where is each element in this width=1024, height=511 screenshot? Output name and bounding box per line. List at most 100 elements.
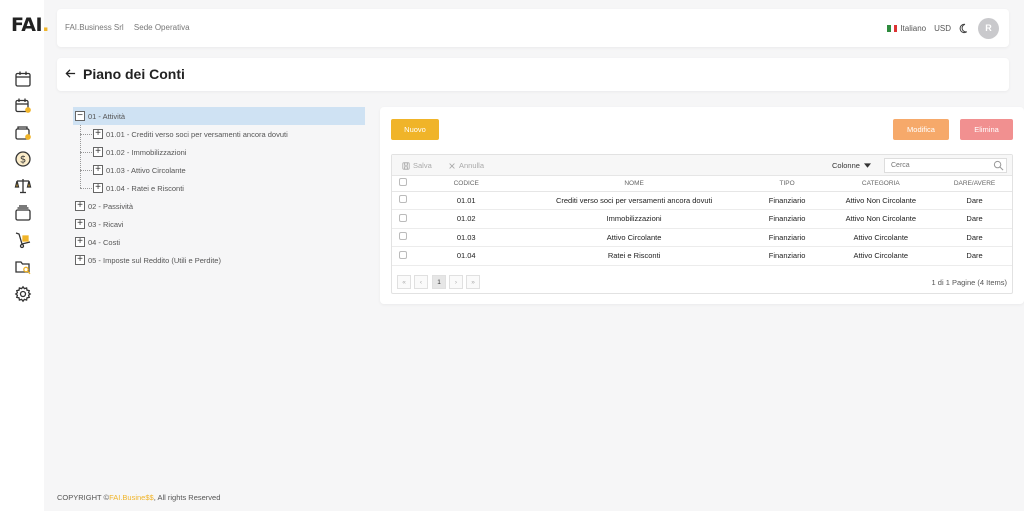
first-page-button[interactable]: «	[397, 275, 411, 289]
expand-icon[interactable]: +	[93, 165, 103, 175]
logo-text: FAI	[11, 14, 43, 36]
language-selector[interactable]: Italiano	[887, 24, 926, 33]
page-button-current[interactable]: 1	[432, 275, 446, 289]
select-all-checkbox[interactable]	[398, 178, 407, 187]
sidebar: FAI. $	[0, 0, 49, 511]
settings-icon[interactable]	[14, 285, 32, 303]
expand-icon[interactable]: +	[93, 183, 103, 193]
footer: COPYRIGHT ©FAI.Busine$$, All rights Rese…	[57, 493, 220, 502]
tree-branch	[80, 188, 92, 189]
salva-label: Salva	[413, 161, 432, 170]
cell-categoria: Attivo Circolante	[824, 228, 938, 247]
row-select-cell	[392, 191, 414, 210]
tree-node-passivita[interactable]: + 02 - Passività	[73, 197, 365, 215]
language-label: Italiano	[900, 23, 927, 33]
site-name[interactable]: Sede Operativa	[134, 23, 190, 32]
tree-node-ratei-risconti[interactable]: + 01.04 - Ratei e Risconti	[73, 179, 365, 197]
cell-tipo: Finanziario	[749, 191, 825, 210]
accounts-panel: Nuovo Modifica Elimina Salva Annulla Col…	[380, 107, 1024, 304]
caret-down-icon	[863, 163, 871, 168]
cell-categoria: Attivo Circolante	[824, 246, 938, 266]
column-header-categoria[interactable]: CATEGORIA	[824, 176, 938, 192]
calendar-user-icon[interactable]	[14, 97, 32, 115]
nuovo-button[interactable]: Nuovo	[391, 119, 439, 140]
cell-nome: Crediti verso soci per versamenti ancora…	[518, 191, 750, 210]
dolly-icon[interactable]	[14, 231, 32, 249]
tree-node-attivita[interactable]: − 01 - Attività	[73, 107, 365, 125]
row-select-cell	[392, 228, 414, 247]
cell-codice: 01.02	[413, 209, 519, 229]
cell-dare-avere: Dare	[937, 246, 1012, 266]
expand-icon[interactable]: +	[75, 201, 85, 211]
column-header-dare-avere[interactable]: DARE/AVERE	[937, 176, 1012, 192]
cell-nome: Attivo Circolante	[518, 228, 750, 247]
tree-node-costi[interactable]: + 04 - Costi	[73, 233, 365, 251]
annulla-button[interactable]: Annulla	[448, 161, 484, 170]
tree-node-imposte[interactable]: + 05 - Imposte sul Reddito (Utili e Perd…	[73, 251, 365, 269]
table-row[interactable]: 01.03 Attivo Circolante Finanziario Atti…	[392, 228, 1012, 247]
expand-icon[interactable]: +	[93, 147, 103, 157]
collapse-icon[interactable]: −	[75, 111, 85, 121]
table-row[interactable]: 01.01 Crediti verso soci per versamenti …	[392, 191, 1012, 210]
expand-icon[interactable]: +	[93, 129, 103, 139]
tree-branch	[80, 170, 92, 171]
moon-icon[interactable]	[959, 23, 970, 34]
table-row[interactable]: 01.04 Ratei e Risconti Finanziario Attiv…	[392, 246, 1012, 266]
next-page-button[interactable]: ›	[449, 275, 463, 289]
tree-node-label: 04 - Costi	[88, 237, 121, 247]
footer-brand-link[interactable]: FAI.Busine$$	[109, 493, 154, 502]
tree-node-label: 03 - Ricavi	[88, 219, 124, 229]
last-page-button[interactable]: »	[466, 275, 480, 289]
accounts-grid: Salva Annulla Colonne CODICE NOME	[391, 154, 1013, 294]
logo-dot: .	[42, 14, 49, 36]
expand-icon[interactable]: +	[75, 255, 85, 265]
prev-page-button[interactable]: ‹	[414, 275, 428, 289]
pagination: « ‹ 1 › » 1 di 1 Pagine (4 Items)	[392, 271, 1012, 293]
expand-icon[interactable]: +	[75, 237, 85, 247]
tree-node-crediti[interactable]: + 01.01 - Crediti verso soci per versame…	[73, 125, 365, 143]
modifica-button[interactable]: Modifica	[893, 119, 949, 140]
row-checkbox[interactable]	[398, 213, 407, 222]
cards-icon[interactable]	[14, 204, 32, 222]
search-icon	[993, 160, 1004, 171]
currency-selector[interactable]: USD	[934, 24, 951, 33]
salva-button[interactable]: Salva	[402, 161, 432, 170]
colonne-label: Colonne	[832, 161, 860, 170]
accounts-tree: − 01 - Attività + 01.01 - Crediti verso …	[73, 107, 365, 269]
back-arrow-icon[interactable]	[65, 68, 76, 82]
accounts-table: CODICE NOME TIPO CATEGORIA DARE/AVERE 01…	[392, 176, 1012, 266]
balance-scale-icon[interactable]	[14, 177, 32, 195]
expand-icon[interactable]: +	[75, 219, 85, 229]
dollar-coin-icon[interactable]: $	[14, 150, 32, 168]
user-avatar[interactable]: R	[978, 17, 999, 39]
search-input[interactable]	[884, 158, 1007, 173]
tree-branch	[80, 134, 92, 135]
select-all-cell	[392, 176, 414, 192]
copyright-prefix: COPYRIGHT ©	[57, 493, 110, 502]
elimina-button[interactable]: Elimina	[960, 119, 1013, 140]
column-header-codice[interactable]: CODICE	[413, 176, 519, 192]
folder-search-icon[interactable]	[14, 258, 32, 276]
column-header-nome[interactable]: NOME	[518, 176, 750, 192]
annulla-label: Annulla	[459, 161, 485, 170]
cell-dare-avere: Dare	[937, 191, 1012, 210]
company-name[interactable]: FAI.Business Srl	[65, 23, 124, 32]
cell-categoria: Attivo Non Circolante	[824, 209, 938, 229]
tree-node-label: 01.02 - Immobilizzazioni	[106, 147, 187, 157]
app-logo[interactable]: FAI.	[11, 14, 49, 36]
tree-branch	[80, 152, 92, 153]
wallet-icon[interactable]	[14, 124, 32, 142]
colonne-dropdown[interactable]: Colonne	[832, 161, 871, 170]
tree-node-immobilizzazioni[interactable]: + 01.02 - Immobilizzazioni	[73, 143, 365, 161]
row-checkbox[interactable]	[398, 250, 407, 259]
table-row[interactable]: 01.02 Immobilizzazioni Finanziario Attiv…	[392, 209, 1012, 229]
tree-node-attivo-circolante[interactable]: + 01.03 - Attivo Circolante	[73, 161, 365, 179]
cell-codice: 01.04	[413, 246, 519, 266]
row-checkbox[interactable]	[398, 232, 407, 241]
column-header-tipo[interactable]: TIPO	[749, 176, 825, 192]
tree-node-label: 01.03 - Attivo Circolante	[106, 165, 186, 175]
tree-node-ricavi[interactable]: + 03 - Ricavi	[73, 215, 365, 233]
row-checkbox[interactable]	[398, 195, 407, 204]
cell-dare-avere: Dare	[937, 228, 1012, 247]
calendar-icon[interactable]	[14, 70, 32, 88]
